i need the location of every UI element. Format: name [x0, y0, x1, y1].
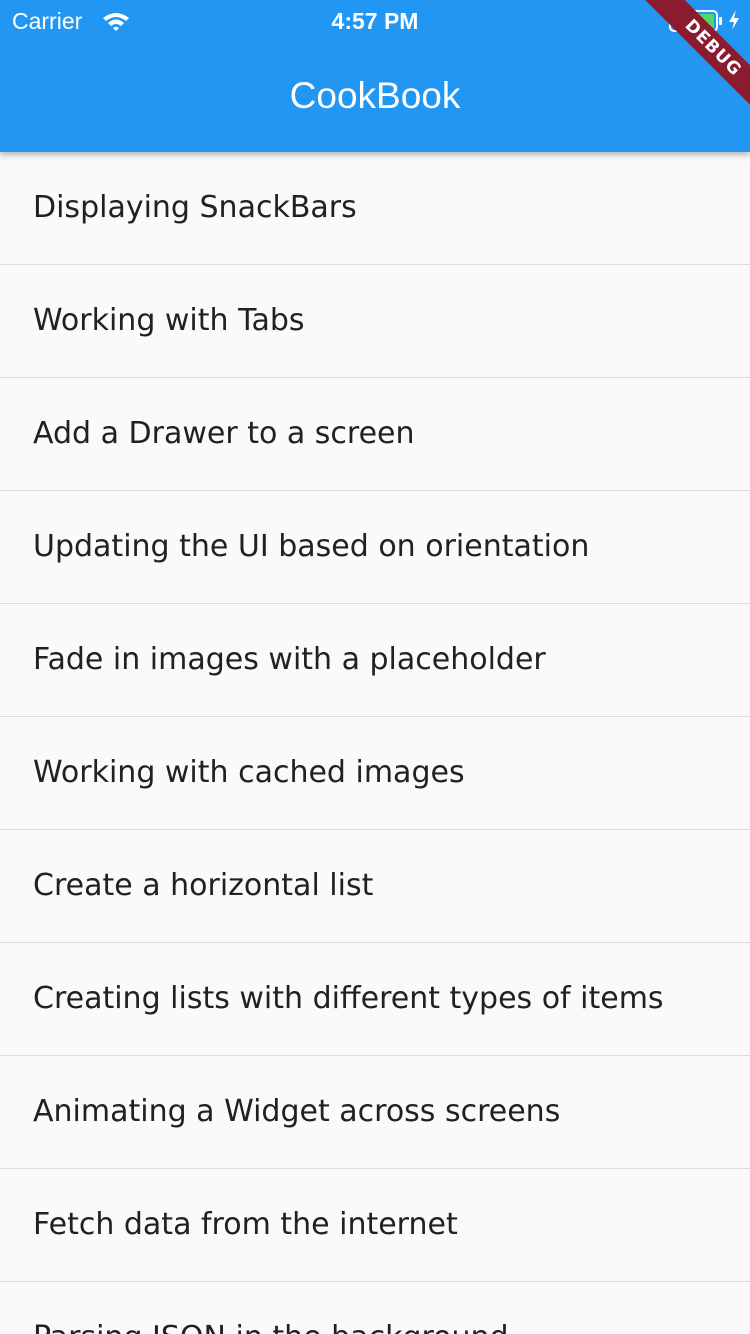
list-item-label: Updating the UI based on orientation [33, 529, 590, 564]
list-item-label: Fetch data from the internet [33, 1207, 458, 1242]
list-item[interactable]: Fetch data from the internet [0, 1169, 750, 1282]
recipe-list: Displaying SnackBars Working with Tabs A… [0, 152, 750, 1334]
page-title: CookBook [289, 75, 461, 116]
list-item[interactable]: Add a Drawer to a screen [0, 378, 750, 491]
list-item[interactable]: Parsing JSON in the background [0, 1282, 750, 1334]
list-item-label: Fade in images with a placeholder [33, 642, 546, 677]
status-time: 4:57 PM [331, 8, 419, 34]
app-bar: Carrier 4:57 PM CookBook [0, 0, 750, 152]
status-bar: Carrier 4:57 PM [0, 0, 750, 40]
list-item[interactable]: Animating a Widget across screens [0, 1056, 750, 1169]
list-item-label: Displaying SnackBars [33, 190, 357, 225]
list-item-label: Add a Drawer to a screen [33, 416, 415, 451]
list-item[interactable]: Updating the UI based on orientation [0, 491, 750, 604]
list-item[interactable]: Working with cached images [0, 717, 750, 830]
list-item[interactable]: Displaying SnackBars [0, 152, 750, 265]
charging-icon [729, 10, 739, 30]
list-item-label: Animating a Widget across screens [33, 1094, 561, 1129]
list-item[interactable]: Fade in images with a placeholder [0, 604, 750, 717]
list-item[interactable]: Create a horizontal list [0, 830, 750, 943]
list-item-label: Create a horizontal list [33, 868, 374, 903]
list-item-label: Working with cached images [33, 755, 465, 790]
list-item[interactable]: Working with Tabs [0, 265, 750, 378]
list-item[interactable]: Creating lists with different types of i… [0, 943, 750, 1056]
list-item-label: Working with Tabs [33, 303, 305, 338]
list-item-label: Parsing JSON in the background [33, 1282, 509, 1334]
list-item-label: Creating lists with different types of i… [33, 981, 664, 1016]
